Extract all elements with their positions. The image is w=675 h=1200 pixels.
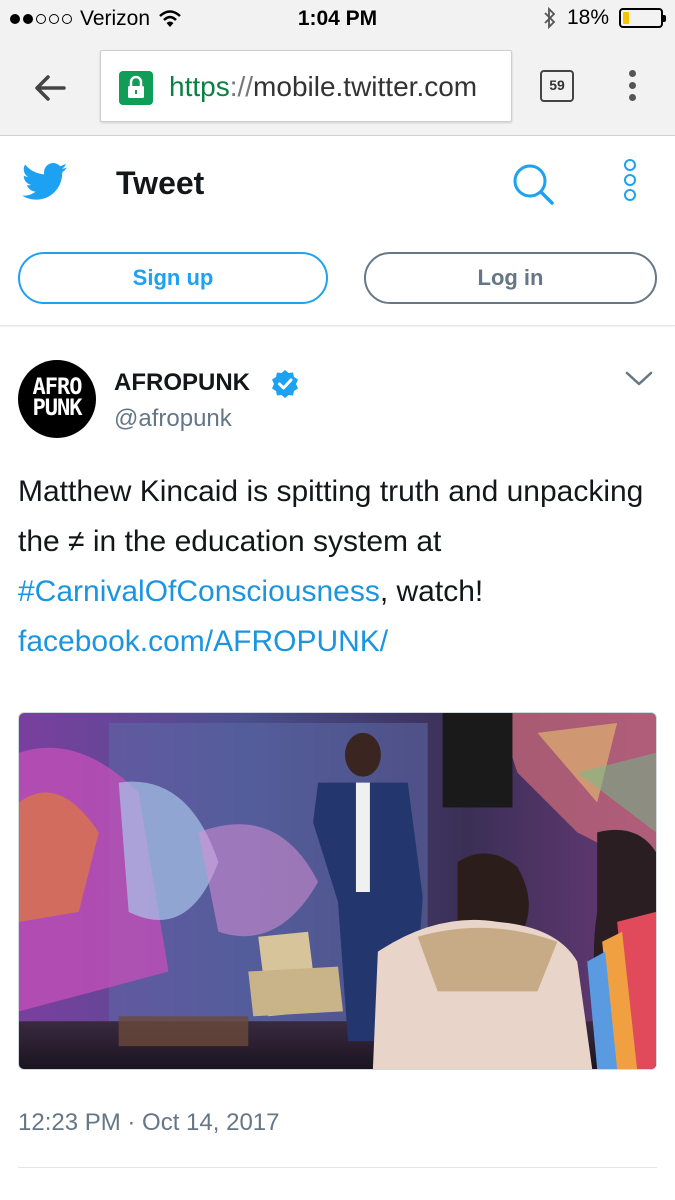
battery-percent: 18% [566,6,609,29]
video-thumbnail[interactable] [18,712,657,1070]
url-scheme: https [169,71,230,102]
url-text: https://mobile.twitter.com [169,71,477,103]
arrow-left-icon[interactable] [30,68,70,108]
battery-fill [623,12,630,24]
tweet-body-tail: , watch! [379,575,484,608]
auth-row: Sign up Log in [0,234,675,326]
author-handle[interactable]: @afropunk [114,405,232,433]
url-host: mobile.twitter.com [253,71,478,102]
url-separator: :// [229,71,254,102]
address-bar[interactable]: https://mobile.twitter.com [100,50,512,122]
avatar-line-2: PUNK [32,396,83,421]
battery-group: 18% [543,6,666,30]
external-link[interactable]: facebook.com/AFROPUNK/ [18,625,388,658]
avatar[interactable]: AFRO PUNK [18,360,96,438]
divider [18,1167,657,1168]
battery-icon [619,8,666,28]
browser-toolbar: https://mobile.twitter.com 59 [0,38,675,136]
chevron-down-icon[interactable] [624,369,654,389]
page-title: Tweet [116,165,205,201]
tab-switcher-button[interactable]: 59 [540,70,574,102]
twitter-bird-icon[interactable] [22,162,68,202]
tweet: AFRO PUNK AFROPUNK @afropunk Matthew Kin… [0,327,675,1200]
hashtag-link[interactable]: #CarnivalOfConsciousness [18,575,380,608]
tweet-body: Matthew Kincaid is spitting truth and un… [18,475,644,558]
avatar-line-1: AFRO [32,375,83,400]
status-bar: Verizon 1:04 PM 18% [0,0,675,38]
lock-icon [119,71,153,105]
tweet-timestamp: 12:23 PM · Oct 14, 2017 [18,1109,280,1136]
search-icon[interactable] [510,161,556,207]
bluetooth-icon [544,7,556,29]
signup-button[interactable]: Sign up [18,252,328,304]
twitter-header: Tweet [0,137,675,234]
verified-badge-icon [272,370,298,398]
vertical-dots-icon[interactable] [624,70,640,106]
more-icon[interactable] [620,159,640,207]
author-name[interactable]: AFROPUNK [114,369,250,397]
tweet-text: Matthew Kincaid is spitting truth and un… [18,467,658,667]
login-button[interactable]: Log in [364,252,657,304]
